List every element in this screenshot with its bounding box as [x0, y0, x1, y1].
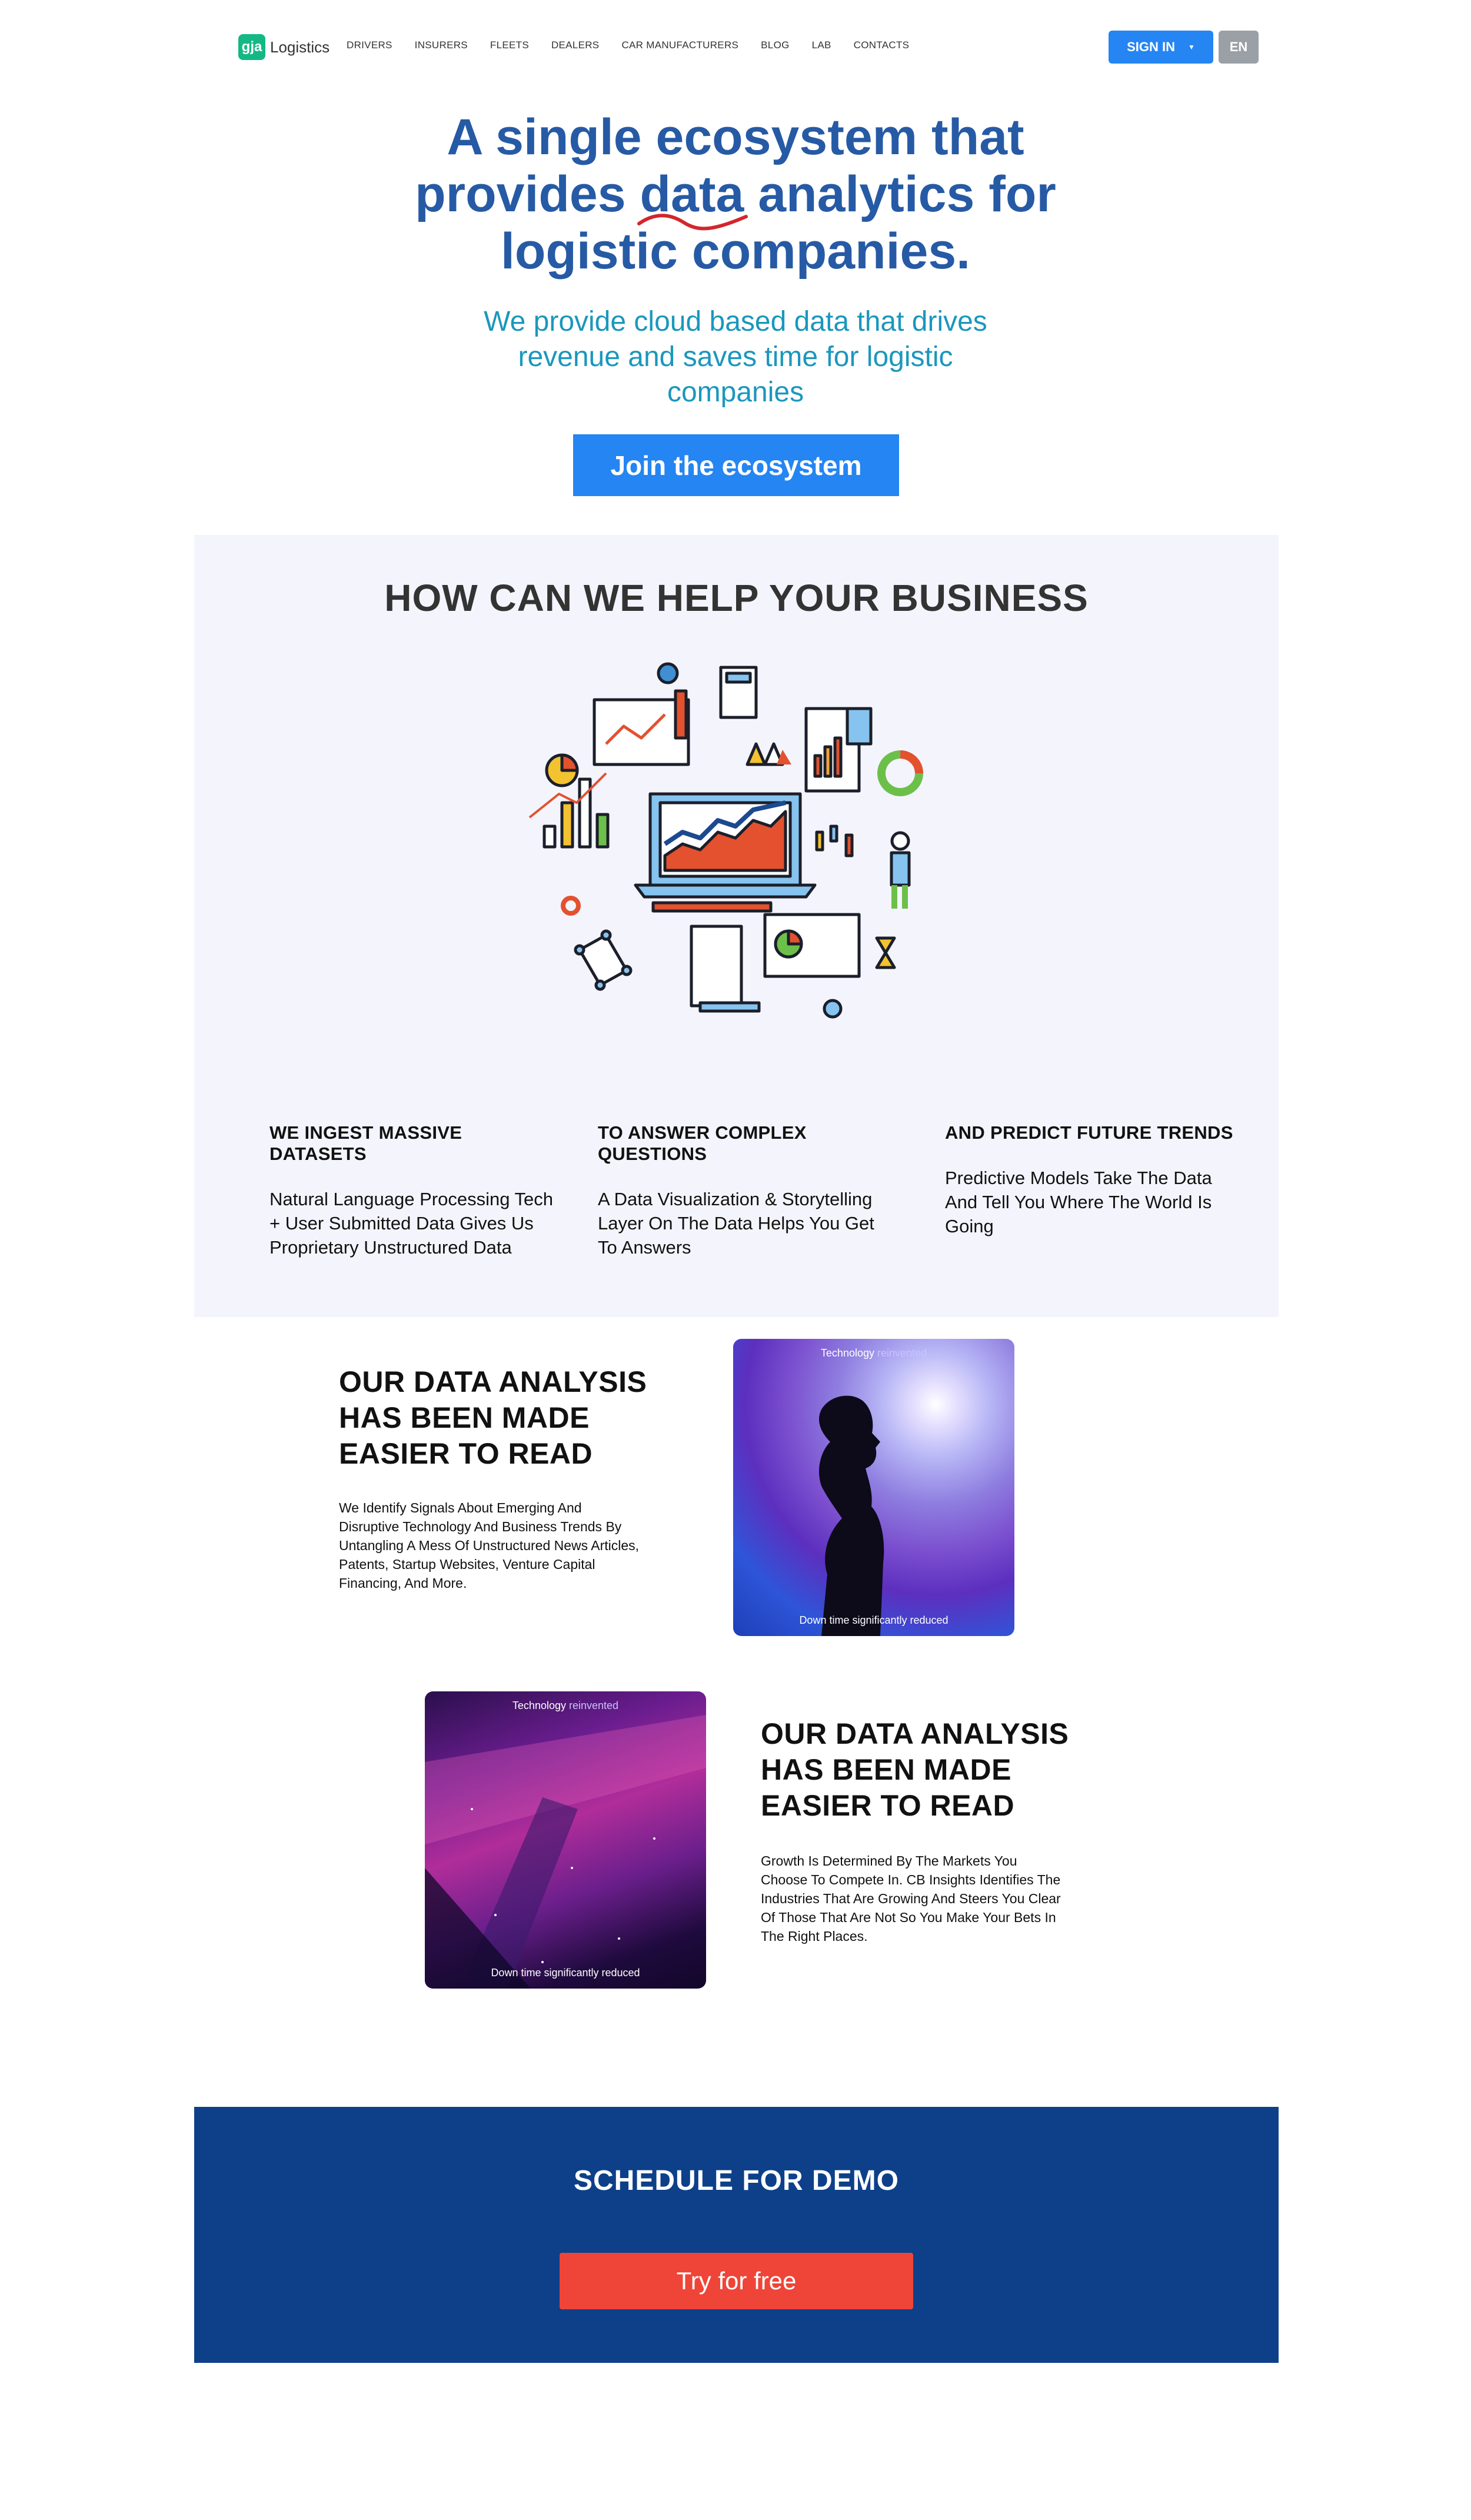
feature-column-predict: AND PREDICT FUTURE TRENDS Predictive Mod…	[945, 1122, 1239, 1238]
feature1-title: OUR DATA ANALYSIS HAS BEEN MADE EASIER T…	[339, 1365, 647, 1470]
feature2-text: Growth Is Determined By The Markets You …	[761, 1853, 1061, 1944]
column-text: Predictive Models Take The Data And Tell…	[945, 1168, 1212, 1236]
top-navigation: gja Logistics DRIVERS INSURERS FLEETS DE…	[0, 0, 1471, 94]
caret-down-icon: ▼	[1188, 43, 1195, 51]
try-for-free-button[interactable]: Try for free	[560, 2253, 913, 2309]
card-caption-light: reinvented	[566, 1700, 619, 1711]
hero-title-line2a: provides	[415, 166, 640, 222]
woman-silhouette-image	[818, 1395, 884, 1636]
main-menu: DRIVERS INSURERS FLEETS DEALERS CAR MANU…	[347, 39, 931, 51]
squiggle-underline-icon	[637, 214, 748, 231]
nav-item-car-manufacturers[interactable]: CAR MANUFACTURERS	[621, 39, 738, 51]
feature-column-ingest: WE INGEST MASSIVE DATASETS Natural Langu…	[269, 1122, 564, 1259]
feature1-image-card: Technology reinvented Down time signific…	[733, 1339, 1014, 1636]
feature2-image-card: Technology reinvented Down time signific…	[425, 1691, 706, 1989]
demo-title: SCHEDULE FOR DEMO	[573, 2165, 899, 2196]
card-caption-bottom: Down time significantly reduced	[491, 1967, 640, 1979]
sign-in-button[interactable]: SIGN IN ▼	[1109, 31, 1213, 64]
feature-column-answer: TO ANSWER COMPLEX QUESTIONS A Data Visua…	[598, 1122, 874, 1259]
hero-subtitle: We provide cloud based data that drives …	[484, 306, 987, 408]
demo-section: SCHEDULE FOR DEMO Try for free	[194, 2107, 1279, 2363]
nav-item-fleets[interactable]: FLEETS	[490, 39, 529, 51]
abstract-space-image	[425, 1715, 706, 1989]
nav-item-insurers[interactable]: INSURERS	[415, 39, 468, 51]
join-ecosystem-button[interactable]: Join the ecosystem	[573, 434, 899, 496]
language-button[interactable]: EN	[1219, 31, 1259, 64]
brand-logo[interactable]: gja Logistics	[238, 34, 330, 60]
data-analytics-illustration	[528, 662, 923, 1019]
feature2-title: OUR DATA ANALYSIS HAS BEEN MADE EASIER T…	[761, 1717, 1069, 1822]
column-heading: AND PREDICT FUTURE TRENDS	[945, 1122, 1233, 1143]
column-heading: WE INGEST MASSIVE DATASETS	[269, 1122, 462, 1164]
column-heading: TO ANSWER COMPLEX QUESTIONS	[598, 1122, 807, 1164]
card-caption-top: Technology reinvented	[425, 1700, 706, 1712]
column-text: Natural Language Processing Tech + User …	[269, 1189, 553, 1258]
nav-item-contacts[interactable]: CONTACTS	[854, 39, 910, 51]
hero-title: A single ecosystem that provides data an…	[294, 109, 1177, 280]
hero-title-line1: A single ecosystem that	[447, 109, 1024, 165]
sign-in-label: SIGN IN	[1127, 39, 1175, 54]
nav-item-dealers[interactable]: DEALERS	[551, 39, 599, 51]
column-text: A Data Visualization & Storytelling Laye…	[598, 1189, 874, 1258]
card-caption-bottom: Down time significantly reduced	[799, 1614, 949, 1626]
help-title: HOW CAN WE HELP YOUR BUSINESS	[384, 577, 1089, 619]
logo-text: Logistics	[270, 38, 330, 56]
card-caption-strong: Technology	[512, 1700, 566, 1711]
nav-item-drivers[interactable]: DRIVERS	[347, 39, 392, 51]
help-section: HOW CAN WE HELP YOUR BUSINESS WE INGEST …	[194, 535, 1279, 1317]
hero-title-line2c: analytics for	[744, 166, 1056, 222]
feature1-text: We Identify Signals About Emerging And D…	[339, 1500, 640, 1591]
logo-mark: gja	[238, 34, 265, 60]
nav-item-lab[interactable]: LAB	[812, 39, 831, 51]
nav-item-blog[interactable]: BLOG	[761, 39, 789, 51]
